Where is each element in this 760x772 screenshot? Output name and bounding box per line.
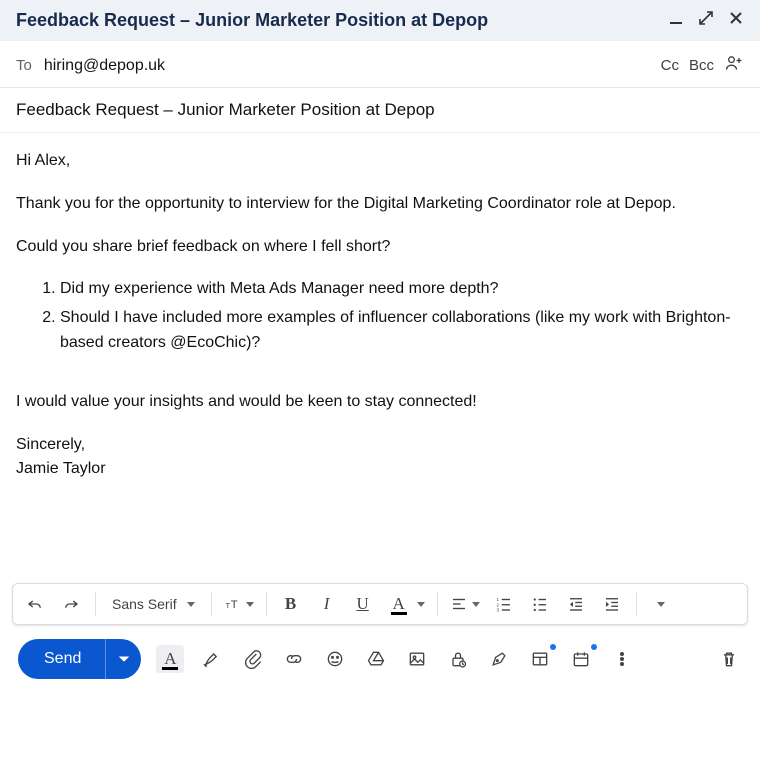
chevron-down-icon <box>187 602 195 607</box>
chevron-down-icon <box>657 602 665 607</box>
svg-text:2: 2 <box>496 602 499 607</box>
layout-icon[interactable] <box>527 646 553 672</box>
cc-bcc-controls: Cc Bcc <box>661 53 744 77</box>
body-p2: Could you share brief feedback on where … <box>16 235 744 260</box>
italic-button[interactable]: I <box>311 588 343 620</box>
bottom-toolbar: Send A <box>0 635 760 697</box>
divider <box>437 592 438 616</box>
notification-dot <box>591 644 597 650</box>
send-button[interactable]: Send <box>18 639 105 679</box>
text-color-button[interactable]: A <box>383 588 415 620</box>
send-group: Send <box>18 639 141 679</box>
insert-link-icon[interactable] <box>281 646 307 672</box>
body-p1: Thank you for the opportunity to intervi… <box>16 192 744 217</box>
compose-window: Feedback Request – Junior Marketer Posit… <box>0 0 760 697</box>
send-options-button[interactable] <box>105 639 141 679</box>
chevron-down-icon <box>246 602 254 607</box>
notification-dot <box>550 644 556 650</box>
insert-photo-icon[interactable] <box>404 646 430 672</box>
bcc-button[interactable]: Bcc <box>689 57 714 74</box>
align-button[interactable] <box>446 588 484 620</box>
window-controls <box>668 10 744 31</box>
formatting-toggle-button[interactable]: A <box>156 645 184 673</box>
subject-field[interactable]: Feedback Request – Junior Marketer Posit… <box>0 88 760 133</box>
expand-icon[interactable] <box>698 10 714 31</box>
signature: Sincerely, Jamie Taylor <box>16 433 744 483</box>
body-greeting: Hi Alex, <box>16 149 744 174</box>
message-body[interactable]: Hi Alex, Thank you for the opportunity t… <box>0 133 760 583</box>
divider <box>211 592 212 616</box>
redo-button[interactable] <box>55 588 87 620</box>
underline-button[interactable]: U <box>347 588 379 620</box>
body-p3: I would value your insights and would be… <box>16 390 744 415</box>
to-row[interactable]: To hiring@depop.uk Cc Bcc <box>0 41 760 88</box>
to-label: To <box>16 57 32 74</box>
chevron-down-icon <box>472 602 480 607</box>
undo-button[interactable] <box>19 588 51 620</box>
indent-more-button[interactable] <box>596 588 628 620</box>
sign-name: Jamie Taylor <box>16 457 744 482</box>
divider <box>636 592 637 616</box>
bulleted-list-button[interactable] <box>524 588 556 620</box>
sign-off: Sincerely, <box>16 433 744 458</box>
calendar-icon[interactable] <box>568 646 594 672</box>
insert-drive-icon[interactable] <box>363 646 389 672</box>
divider <box>266 592 267 616</box>
discard-draft-icon[interactable] <box>716 646 742 672</box>
insert-emoji-icon[interactable] <box>322 646 348 672</box>
format-toolbar-wrap: Sans Serif TT B I U A 123 <box>0 583 760 635</box>
font-picker[interactable]: Sans Serif <box>104 588 203 620</box>
body-li2: Should I have included more examples of … <box>60 306 744 356</box>
window-title: Feedback Request – Junior Marketer Posit… <box>16 10 488 31</box>
titlebar: Feedback Request – Junior Marketer Posit… <box>0 0 760 41</box>
svg-text:T: T <box>225 601 230 610</box>
chevron-down-icon[interactable] <box>417 602 425 607</box>
indent-less-button[interactable] <box>560 588 592 620</box>
cc-button[interactable]: Cc <box>661 57 679 74</box>
divider <box>95 592 96 616</box>
add-contact-icon[interactable] <box>724 53 744 77</box>
attach-file-icon[interactable] <box>240 646 266 672</box>
to-field[interactable]: hiring@depop.uk <box>44 57 661 75</box>
signature-pen-icon[interactable] <box>199 646 225 672</box>
svg-text:1: 1 <box>496 597 499 602</box>
more-formatting-button[interactable] <box>645 588 677 620</box>
svg-text:3: 3 <box>496 608 499 613</box>
body-li1: Did my experience with Meta Ads Manager … <box>60 277 744 302</box>
minimize-icon[interactable] <box>668 10 684 31</box>
font-size-button[interactable]: TT <box>220 588 258 620</box>
more-options-icon[interactable] <box>609 646 635 672</box>
ink-pen-icon[interactable] <box>486 646 512 672</box>
close-icon[interactable] <box>728 10 744 31</box>
format-toolbar: Sans Serif TT B I U A 123 <box>12 583 748 625</box>
confidential-mode-icon[interactable] <box>445 646 471 672</box>
body-list: Did my experience with Meta Ads Manager … <box>54 277 744 355</box>
font-name: Sans Serif <box>112 596 177 612</box>
svg-text:T: T <box>230 599 237 611</box>
numbered-list-button[interactable]: 123 <box>488 588 520 620</box>
bold-button[interactable]: B <box>275 588 307 620</box>
